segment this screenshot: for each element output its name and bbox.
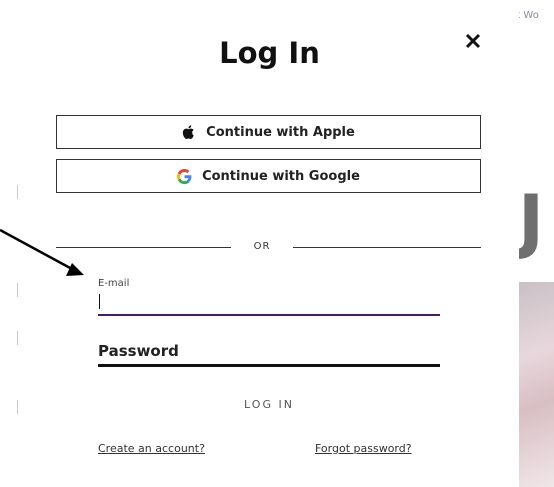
- google-button-label: Continue with Google: [202, 168, 360, 184]
- or-divider: OR: [56, 240, 481, 256]
- divider-line: [293, 247, 481, 248]
- divider-line: [56, 247, 231, 248]
- email-field[interactable]: [98, 292, 440, 316]
- continue-with-google-button[interactable]: Continue with Google: [56, 159, 481, 193]
- modal-title: Log In: [219, 36, 320, 70]
- google-icon: [177, 168, 192, 184]
- background-divider: [17, 331, 18, 345]
- password-field[interactable]: [98, 360, 440, 367]
- forgot-password-link[interactable]: Forgot password?: [315, 442, 412, 455]
- background-heading-fragment: J: [518, 180, 544, 262]
- password-label: Password: [98, 342, 179, 360]
- close-button[interactable]: [460, 28, 486, 54]
- login-modal: Log In Continue with Apple Continue with…: [20, 0, 519, 487]
- continue-with-apple-button[interactable]: Continue with Apple: [56, 115, 481, 149]
- background-divider: [17, 400, 18, 414]
- close-icon: [465, 33, 481, 49]
- background-divider: [17, 283, 18, 297]
- apple-button-label: Continue with Apple: [206, 124, 355, 140]
- text-cursor: [99, 294, 100, 309]
- email-label: E-mail: [98, 278, 130, 289]
- background-photo: [519, 282, 554, 487]
- apple-icon: [183, 125, 194, 139]
- divider-text: OR: [253, 241, 271, 252]
- create-account-link[interactable]: Create an account?: [98, 442, 205, 455]
- background-divider: [17, 185, 18, 199]
- login-button[interactable]: LOG IN: [215, 398, 323, 416]
